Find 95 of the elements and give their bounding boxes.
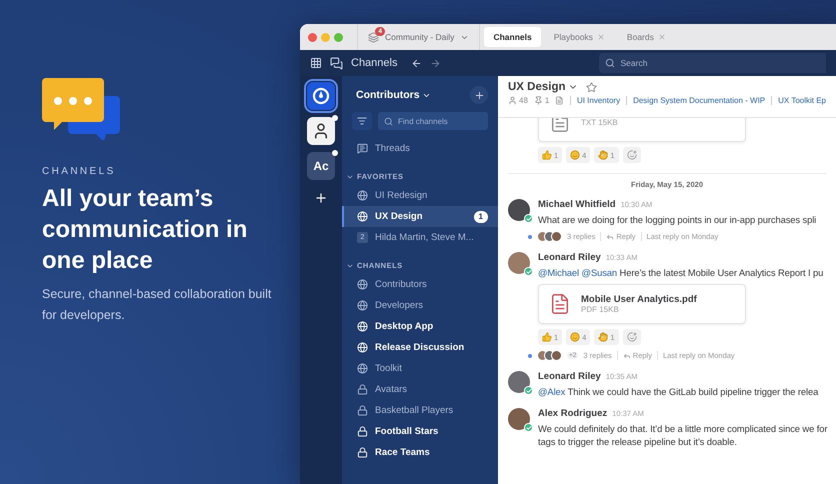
message-text: What are we doing for the logging points in our in-app purchases spli <box>538 213 818 226</box>
maximize-window-button[interactable] <box>334 32 343 42</box>
logo-icon <box>312 87 330 105</box>
file-attachment-card[interactable]: Mobile User Analytics.pdf PDF 15KB <box>538 284 746 324</box>
globe-icon <box>357 321 368 332</box>
channel-item[interactable]: Football Stars <box>342 421 498 442</box>
author-name[interactable]: Alex Rodriguez <box>538 408 608 419</box>
channel-item[interactable]: Release Discussion <box>342 337 498 358</box>
add-reaction-button[interactable] <box>622 147 641 163</box>
avatar-icon <box>312 122 330 140</box>
close-icon <box>658 33 666 41</box>
filter-button[interactable] <box>352 112 372 130</box>
message-text: We could definitely do that. It’d be a little more complicated since we for tags to trigger the release pipeline but it’s doable. <box>538 422 828 448</box>
participant-avatars <box>537 231 562 242</box>
globe-icon <box>357 342 368 353</box>
channel-item[interactable]: Contributors <box>342 274 498 295</box>
server-icon <box>368 32 379 42</box>
message-text: @Michael @Susan Here’s the latest Mobile User Analytics Report I pu <box>538 266 824 279</box>
files-icon <box>555 96 564 105</box>
person-icon <box>508 96 517 105</box>
threads-item[interactable]: Threads <box>342 138 498 159</box>
thumbs-up-icon <box>542 332 552 342</box>
search-icon <box>605 58 616 68</box>
channel-item[interactable]: UI Redesign <box>342 185 498 206</box>
file-size: TXT 15KB <box>581 118 618 126</box>
channel-link[interactable]: UI Inventory <box>570 96 620 105</box>
star-icon[interactable] <box>586 82 597 92</box>
author-name[interactable]: Michael Whitfield <box>538 199 616 210</box>
pin-icon <box>534 96 543 105</box>
globe-icon <box>357 211 368 222</box>
pinned-count[interactable]: 1 <box>534 96 550 105</box>
unread-dot <box>528 234 532 238</box>
channel-item[interactable]: Desktop App <box>342 316 498 337</box>
eyebrow-label: CHANNELS <box>42 166 117 177</box>
globe-icon <box>357 363 368 374</box>
hand-icon <box>598 332 608 342</box>
channel-item[interactable]: Avatars <box>342 379 498 400</box>
globe-icon <box>357 279 368 290</box>
grid-menu-icon <box>310 57 322 69</box>
lock-icon <box>357 384 368 395</box>
add-team-icon <box>314 191 328 205</box>
file-size: PDF 15KB <box>581 305 620 314</box>
team-button[interactable] <box>307 82 335 110</box>
smiley-icon <box>570 332 580 342</box>
team-name[interactable]: Contributors <box>356 89 431 101</box>
author-name[interactable]: Leonard Riley <box>538 371 601 382</box>
header-title: Channels <box>351 57 398 69</box>
mention-badge: 1 <box>474 210 488 222</box>
member-count[interactable]: 48 <box>508 96 528 105</box>
smiley-icon <box>570 150 580 160</box>
find-channels-field[interactable]: Find channels <box>378 112 488 130</box>
add-button[interactable] <box>470 86 488 104</box>
search-field[interactable]: Search <box>599 53 826 73</box>
add-reaction-button[interactable] <box>622 329 641 345</box>
app-tab[interactable]: Channels <box>484 27 541 47</box>
app-tab[interactable]: Boards <box>618 27 675 47</box>
filter-icon <box>357 116 367 126</box>
team-button[interactable] <box>307 117 335 145</box>
back-arrow-icon <box>411 58 422 68</box>
author-name[interactable]: Leonard Riley <box>538 252 601 263</box>
add-emoji-icon <box>626 150 637 160</box>
channel-item[interactable]: Developers <box>342 295 498 316</box>
team-button[interactable]: Ac <box>307 152 335 180</box>
channel-item[interactable]: Basketball Players <box>342 400 498 421</box>
channel-link[interactable]: Design System Documentation - WIP <box>626 96 766 105</box>
channel-title[interactable]: UX Design <box>508 81 826 93</box>
headline: All your team’s communication in one place <box>42 184 248 276</box>
hand-icon <box>598 150 608 160</box>
threads-icon <box>357 143 368 154</box>
pdf-file-icon <box>549 293 571 315</box>
forward-arrow-icon <box>430 58 442 68</box>
close-window-button[interactable] <box>308 32 317 42</box>
lock-icon <box>357 447 368 458</box>
search-icon <box>384 116 393 126</box>
chat-icon <box>330 56 343 70</box>
plus-icon <box>474 90 484 100</box>
subtitle: Secure, channel-based collaboration built for developers. <box>42 286 272 324</box>
globe-icon <box>357 300 368 311</box>
reply-icon <box>606 232 614 240</box>
channel-item[interactable]: Toolkit <box>342 358 498 379</box>
app-tab[interactable]: Playbooks <box>544 27 614 47</box>
channel-item[interactable]: UX Design 1 <box>342 206 498 227</box>
file-name: Mobile User Analytics.pdf <box>581 294 697 305</box>
message-text: @Alex Think we could have the GitLab build pipeline trigger the relea <box>538 385 820 398</box>
globe-icon <box>357 190 368 201</box>
channel-item[interactable]: Race Teams <box>342 442 498 463</box>
close-icon <box>596 33 605 41</box>
lock-icon <box>357 405 368 416</box>
add-emoji-icon <box>626 332 637 342</box>
unread-dot <box>528 354 532 358</box>
lock-icon <box>357 426 368 437</box>
thumbs-up-icon <box>542 150 552 160</box>
participant-avatars <box>537 350 562 361</box>
reply-icon <box>622 352 631 360</box>
channel-link[interactable]: UX Toolkit Ep <box>771 96 826 105</box>
